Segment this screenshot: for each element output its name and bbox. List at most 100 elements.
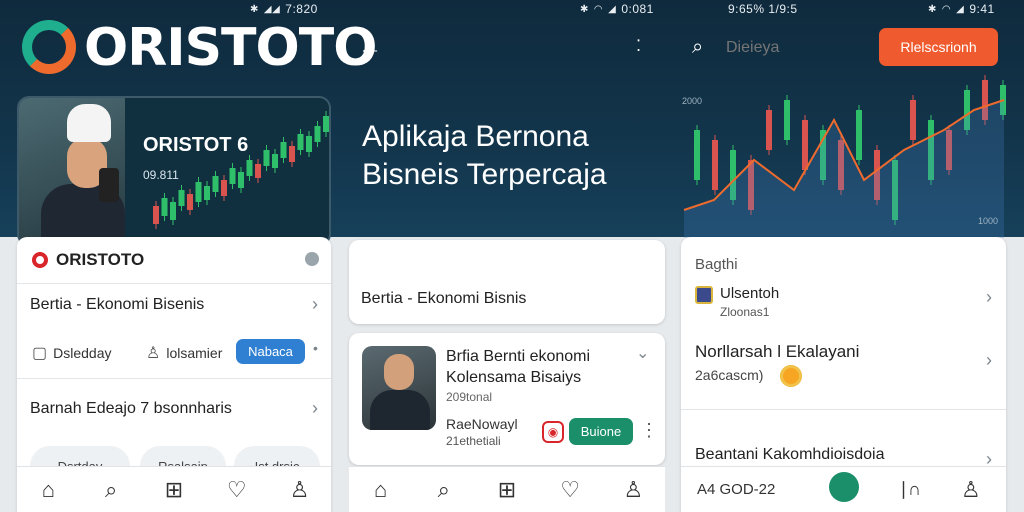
chevron-right-icon[interactable]: › [986,287,992,308]
article-thumbnail [362,346,436,430]
plus-icon[interactable]: ⊞ [487,477,527,503]
news-row-title[interactable]: Barnah Edeajo 7 bsonnharis [30,400,232,418]
list-item-sub: Zloonas1 [720,305,770,319]
read-button[interactable]: Nabaca [236,339,305,364]
hero-candle [280,142,287,158]
hero-candle [272,154,278,168]
search-icon[interactable]: ⌕ [91,477,131,503]
market-candle [802,120,808,170]
hero-candle [238,172,244,188]
brand-header: ORISTOTO [32,250,144,270]
market-candle [766,110,772,150]
signal-icon: ◢ [956,3,965,15]
hero-candle [289,146,295,162]
header-action-button[interactable]: Rlelscsrionh [879,28,998,66]
signal-icon: ◢ [608,3,617,15]
article-subtitle: 209tonal [446,390,493,404]
divider [17,378,331,379]
search-input[interactable] [726,37,856,59]
brand-dot-icon [32,252,48,268]
nav-label[interactable]: A4 GOD-22 [697,481,775,498]
badge-icon: ◉ [542,421,564,443]
status-time: 9:41 [969,2,995,16]
like-label: lolsamier [166,345,223,361]
profile-icon[interactable]: ♙ [613,477,653,503]
hero-candle [212,176,219,192]
status-bar: ✱ ◢◢ 7:820 [250,2,318,16]
bottom-nav: ⌂ ⌕ ⊞ ♡ ♙ [349,466,665,512]
home-icon[interactable]: ⌂ [28,477,68,503]
home-icon[interactable]: ⌂ [361,477,401,503]
hero-candle [187,194,193,210]
market-candle [856,110,862,160]
chevron-right-icon[interactable]: › [312,398,318,419]
create-fab[interactable] [829,472,859,502]
bluetooth-icon: ✱ [250,3,259,15]
settings-icon[interactable] [305,252,319,266]
category-card-title: Bertia - Ekonomi Bisnis [361,290,527,307]
hero-number: 09.811 [143,168,179,182]
brand-name: ORISTOTO [56,250,145,269]
hero-candle [306,136,312,152]
more-dot-icon[interactable]: • [313,340,318,356]
market-candle [784,100,790,140]
list-item-title[interactable]: Norllarsah l Ekalayani [695,342,859,362]
profile-icon[interactable]: ♙ [961,477,981,503]
hero-candle [255,164,261,178]
follow-button[interactable]: Buione [569,418,633,445]
like-action[interactable]: ♙ lolsamier [146,343,222,363]
heart-icon[interactable]: ♡ [550,477,590,503]
heart-icon[interactable]: ♡ [217,477,257,503]
wifi-icon: ◠ [941,3,952,15]
market-candle [694,130,700,180]
signal-icon: ◢◢ [263,3,281,15]
bookmark-action[interactable]: ▢ Dsledday [32,343,112,363]
category-card[interactable]: Bertia - Ekonomi Bisnis [349,240,665,324]
category-row-title[interactable]: Bertia - Ekonomi Bisenis [30,296,204,314]
market-candle [712,140,718,190]
status-center-text: 9:65% 1/9:5 [728,2,798,16]
checkbox[interactable] [695,286,713,304]
bluetooth-icon: ✱ [928,3,937,15]
bookmark-label: Dsledday [53,345,112,361]
bottom-nav: ⌂ ⌕ ⊞ ♡ ♙ [17,466,331,512]
hero-candle [153,206,159,224]
hero-candle [246,160,253,176]
hero-candle [314,126,321,142]
hero-photo [19,98,125,244]
article-title[interactable]: Brfia Bernti ekonomi Kolensama Bisaiys [446,346,626,388]
hero-candle [323,116,329,132]
search-icon[interactable]: ⌕ [692,36,703,59]
menu-dots-icon[interactable]: ⁚ [636,36,641,56]
hero-candle [195,182,202,202]
hero-candle [178,190,185,206]
hero-candle [221,180,227,196]
status-bar: ✱ ◠ ◢ 9:41 [928,2,995,16]
page-title: Aplikaja Bernona Bisneis Terpercaja [362,120,607,191]
chevron-down-icon[interactable]: ⌄ [636,343,649,363]
divider [17,283,331,284]
list-item-title[interactable]: Ulsentoh [720,285,779,302]
divider [681,409,1006,410]
kebab-menu-icon[interactable]: ⋮ [640,420,658,441]
chevron-right-icon[interactable]: › [312,294,318,315]
article-count: 21ethetiali [446,434,501,448]
hero-candle [170,202,176,220]
stats-icon[interactable]: ∣∩ [899,479,921,500]
thumb-icon: ♙ [146,345,161,362]
hero-candle [229,168,236,184]
market-chart [683,75,1006,238]
hero-banner[interactable]: ORISTOT 6 09.811 [17,96,331,246]
sun-icon [780,365,802,387]
bluetooth-icon: ✱ [580,3,589,15]
list-item-title[interactable]: Beantani Kakomhdioisdoia [695,446,884,464]
back-arrow-icon[interactable]: ← [358,34,382,62]
chevron-right-icon[interactable]: › [986,350,992,371]
plus-icon[interactable]: ⊞ [154,477,194,503]
search-icon[interactable]: ⌕ [424,477,464,503]
wifi-icon: ◠ [593,3,604,15]
profile-icon[interactable]: ♙ [280,477,320,503]
hero-candle [161,198,168,216]
hero-candle [297,134,304,150]
bookmark-icon: ▢ [32,345,48,362]
